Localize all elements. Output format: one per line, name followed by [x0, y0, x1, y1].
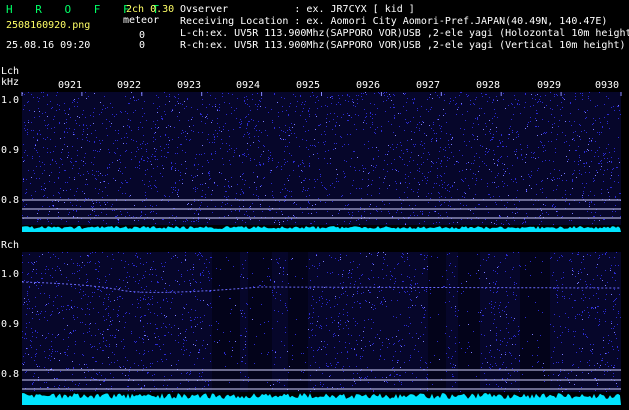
time-tick: 0927 [416, 80, 441, 91]
rch-level-bar [22, 393, 621, 405]
lch-label: Lch [1, 66, 20, 77]
time-tick: 0923 [177, 80, 202, 91]
rch-label: Rch [1, 240, 20, 251]
rch-ytick: 0.9 [1, 319, 20, 330]
time-tick: 0928 [476, 80, 501, 91]
lch-level-bar [22, 226, 621, 232]
time-tick: 0922 [117, 80, 142, 91]
rch-meteor-count: 0 [139, 40, 146, 51]
time-tick: 0921 [58, 80, 83, 91]
rch-spectrogram-dark-band [428, 252, 446, 392]
spectrogram-canvas [21, 92, 622, 405]
lch-ytick: 1.0 [1, 95, 20, 106]
lch-spectrogram-background [22, 92, 621, 225]
observer-info: Ovserver : ex. JR7CYX [ kid ] [180, 4, 415, 15]
mode-label: 2ch 0.30 [126, 4, 175, 15]
lch-ytick: 0.9 [1, 145, 20, 156]
meteor-label: meteor [123, 15, 160, 26]
datetime-label: 25.08.16 09:20 [6, 40, 91, 51]
rch-ytick: 0.8 [1, 369, 20, 380]
lch-receiver-info: L-ch:ex. UV5R 113.900Mhz(SAPPORO VOR)USB… [180, 28, 629, 39]
rch-ytick: 1.0 [1, 269, 20, 280]
time-tick: 0924 [236, 80, 261, 91]
rch-receiver-info: R-ch:ex. UV5R 113.900Mhz(SAPPORO VOR)USB… [180, 40, 626, 51]
location-info: Receiving Location : ex. Aomori City Aom… [180, 16, 608, 27]
time-tick: 0930 [595, 80, 620, 91]
time-tick: 0926 [356, 80, 381, 91]
filename-label: 2508160920.png [6, 20, 91, 31]
time-tick: 0929 [537, 80, 562, 91]
rch-spectrogram-dark-band [520, 252, 550, 392]
time-tick: 0925 [296, 80, 321, 91]
lch-unit-label: kHz [1, 77, 20, 88]
lch-ytick: 0.8 [1, 195, 20, 206]
